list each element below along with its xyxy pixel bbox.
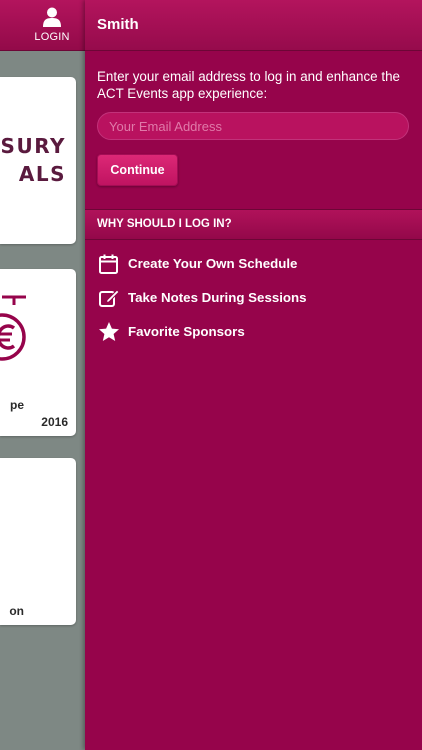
left-navbar: LOGIN [0,0,85,51]
card-caption: 2016 [41,415,68,429]
event-card[interactable]: on [0,458,76,625]
edit-note-icon [99,289,120,307]
intro-text: Enter your email address to log in and e… [97,69,400,101]
card-logo-text: ASURY [0,134,66,158]
panel-title: Smith [97,16,139,33]
event-card[interactable]: pe 2016 [0,269,76,436]
continue-button[interactable]: Continue [97,154,178,186]
user-icon [43,7,61,27]
calendar-icon [99,254,118,274]
login-panel: Smith Enter your email address to log in… [85,0,422,750]
panel-header: Smith [85,0,422,51]
section-title: WHY SHOULD I LOG IN? [97,218,232,230]
login-button[interactable]: LOGIN [0,0,85,50]
benefit-label: Create Your Own Schedule [128,256,298,271]
star-icon [99,322,119,341]
benefit-label: Take Notes During Sessions [128,290,307,305]
section-header: WHY SHOULD I LOG IN? [85,209,422,240]
benefit-item: Take Notes During Sessions [97,286,413,310]
benefit-label: Favorite Sponsors [128,324,245,339]
card-caption: on [9,604,24,618]
benefit-item: Favorite Sponsors [97,320,413,344]
email-field[interactable] [97,112,409,140]
card-caption: pe [9,398,24,412]
card-logo-text: ALS [18,162,66,186]
euro-icon [0,295,26,361]
event-card[interactable]: ASURY ALS [0,77,76,244]
benefit-item: Create Your Own Schedule [97,252,413,276]
